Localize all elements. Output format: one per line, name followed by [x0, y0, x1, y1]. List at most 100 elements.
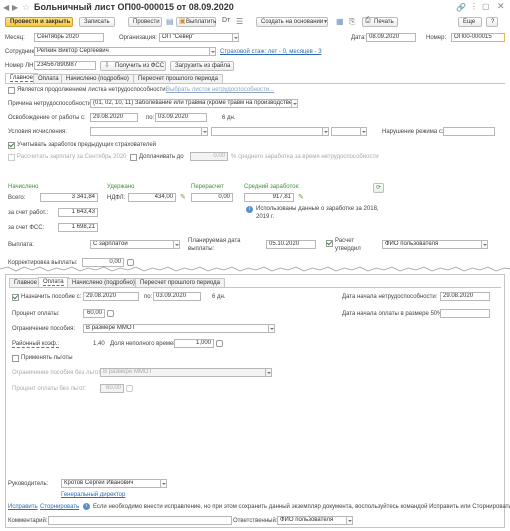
reason-dropdown[interactable] [292, 99, 298, 108]
select-sheet-link[interactable]: Выбрать листок нетрудоспособности... [166, 86, 274, 94]
withheld-label: Удержано [107, 184, 135, 190]
release-to-input[interactable]: 03.09.2020 [155, 113, 207, 122]
more-button[interactable]: Еще [458, 17, 482, 27]
conditions-select-3[interactable] [331, 127, 361, 136]
head-position-link[interactable]: Генеральный директор [61, 491, 125, 499]
list-icon[interactable]: ☰ [236, 17, 243, 26]
conditions-dropdown-3[interactable] [361, 127, 367, 136]
assign-to-input[interactable]: 03.09.2020 [153, 292, 201, 301]
percent-no-benefit-lock[interactable] [126, 385, 133, 392]
conditions-dropdown-2[interactable] [323, 127, 329, 136]
org-dropdown[interactable] [233, 33, 239, 42]
part-time-lock[interactable] [216, 340, 223, 347]
limit-no-benefit-select[interactable]: В размере ММОТ [100, 368, 266, 377]
benefit-limit-select[interactable]: В размере ММОТ [83, 324, 269, 333]
sick-number-label: Номер ЛН: [5, 63, 36, 69]
pay-to-input[interactable]: 0,00 [190, 152, 228, 161]
tab-pay-top[interactable]: Оплата [33, 74, 64, 83]
tab-recalc-bottom[interactable]: Пересчет прошлого периода [135, 278, 225, 287]
conditions-select-1[interactable] [90, 127, 202, 136]
post-button[interactable]: Провести [128, 17, 162, 27]
regime-input[interactable] [443, 127, 495, 136]
percent-no-benefit-input[interactable]: 60,00 [100, 384, 124, 393]
storno-link[interactable]: Сторнировать [40, 503, 79, 511]
printer-icon: ⎙ [365, 17, 371, 24]
help-button[interactable]: ? [486, 17, 498, 27]
avg-earnings-input[interactable]: 917,81 [244, 193, 294, 202]
pay-to-checkbox[interactable] [130, 154, 137, 161]
favorite-icon[interactable]: ☆ [22, 2, 30, 13]
org-input[interactable]: ОП "Север" [159, 33, 233, 42]
date-input[interactable]: 08.09.2020 [366, 33, 416, 42]
responsible-dropdown[interactable] [347, 516, 353, 525]
back-icon[interactable]: ◀ [3, 3, 9, 12]
attach-icon[interactable]: ⎘ [349, 17, 355, 27]
head-dropdown[interactable] [161, 479, 167, 488]
fix-link[interactable]: Исправить [8, 503, 38, 511]
close-icon[interactable]: ✕ [497, 1, 505, 12]
payout-dropdown[interactable] [174, 240, 180, 249]
start-50-label: Дата начала оплаты в размере 50%: [342, 311, 445, 317]
recalc-label: Перерасчет [191, 184, 224, 190]
dt-kt-icon[interactable]: Dт [222, 17, 230, 24]
approver-input[interactable]: ФИО пользователя [382, 240, 482, 249]
assign-benefit-checkbox[interactable] [12, 294, 19, 301]
percent-input[interactable]: 60,00 [83, 309, 105, 318]
tab-recalc-top[interactable]: Пересчет прошлого периода [133, 74, 223, 83]
ndfl-input[interactable]: 434,00 [128, 193, 176, 202]
comment-input[interactable] [48, 516, 232, 525]
release-from-input[interactable]: 29.08.2020 [90, 113, 138, 122]
tab-pay-bottom[interactable]: Оплата [38, 277, 69, 287]
conditions-label: Условия исчисления: [8, 129, 67, 135]
percent-lock[interactable] [107, 310, 114, 317]
employee-dropdown[interactable] [210, 47, 216, 56]
start-disability-input[interactable]: 29.08.2020 [440, 292, 490, 301]
conditions-dropdown-1[interactable] [202, 127, 208, 136]
post-and-close-button[interactable]: Провести и закрыть [5, 17, 73, 27]
reason-select[interactable]: (01, 02, 10, 11) Заболевание или травма … [90, 99, 292, 108]
part-time-input[interactable]: 1,000 [174, 339, 214, 348]
responsible-input[interactable]: ФИО пользователя [277, 516, 347, 525]
employee-input[interactable]: Репкин Виктор Сергеевич [34, 47, 210, 56]
approved-checkbox[interactable] [326, 240, 333, 247]
sick-number-input[interactable]: 234567890987 [34, 61, 96, 70]
tab-divider-top [5, 83, 505, 84]
approver-dropdown[interactable] [482, 240, 488, 249]
continuation-checkbox[interactable] [8, 87, 15, 94]
head-input[interactable]: Кротов Сергей Иванович [61, 479, 161, 488]
create-based-button[interactable]: Создать на основании [256, 17, 328, 27]
save-button[interactable]: Записать [79, 17, 115, 27]
start-50-input[interactable] [440, 309, 490, 318]
edit-ndfl-icon[interactable]: ✎ [180, 194, 187, 201]
total-input[interactable]: 3 341,84 [40, 193, 98, 202]
planned-date-input[interactable]: 05.10.2020 [266, 240, 316, 249]
link-icon[interactable]: 🔗 [456, 3, 466, 12]
tab-accrued-bottom[interactable]: Начислено (подробно) [67, 278, 140, 287]
edit-avg-icon[interactable]: ✎ [298, 194, 305, 201]
restore-icon[interactable]: ▢ [482, 2, 490, 11]
forward-icon[interactable]: ▶ [12, 3, 18, 12]
menu-icon[interactable]: ⋮ [470, 2, 478, 11]
correction-lock[interactable] [127, 259, 134, 266]
conditions-select-2[interactable] [211, 127, 323, 136]
prev-insurers-checkbox[interactable] [8, 142, 15, 149]
doc-icon[interactable]: ▤ [166, 17, 174, 26]
number-input[interactable]: ОП00-000015 [451, 33, 505, 42]
recalc-salary-checkbox[interactable] [8, 154, 15, 161]
load-file-button[interactable]: Загрузить из файла [170, 61, 234, 71]
refresh-button[interactable]: ⟳ [373, 183, 384, 193]
fss-part-input[interactable]: 1 698,21 [58, 223, 98, 232]
report-icon[interactable]: ▦ [336, 17, 344, 26]
tab-main-bottom[interactable]: Главное [9, 278, 42, 287]
limit-no-benefit-dropdown[interactable] [266, 368, 272, 377]
recalc-input[interactable]: 0,00 [191, 193, 233, 202]
assign-from-input[interactable]: 29.08.2020 [83, 292, 139, 301]
month-input[interactable]: Сентябрь 2020 [34, 33, 104, 42]
tab-divider-bottom [9, 287, 501, 288]
employer-part-input[interactable]: 1 643,43 [58, 208, 98, 217]
tab-accrued-top[interactable]: Начислено (подробно) [61, 74, 134, 83]
benefit-limit-dropdown[interactable] [269, 324, 275, 333]
benefits-checkbox[interactable] [12, 355, 19, 362]
insurance-stazh-link[interactable]: Страховой стаж: лет - 0, месяцев - 3 [220, 48, 322, 56]
payout-select[interactable]: С зарплатой [90, 240, 174, 249]
